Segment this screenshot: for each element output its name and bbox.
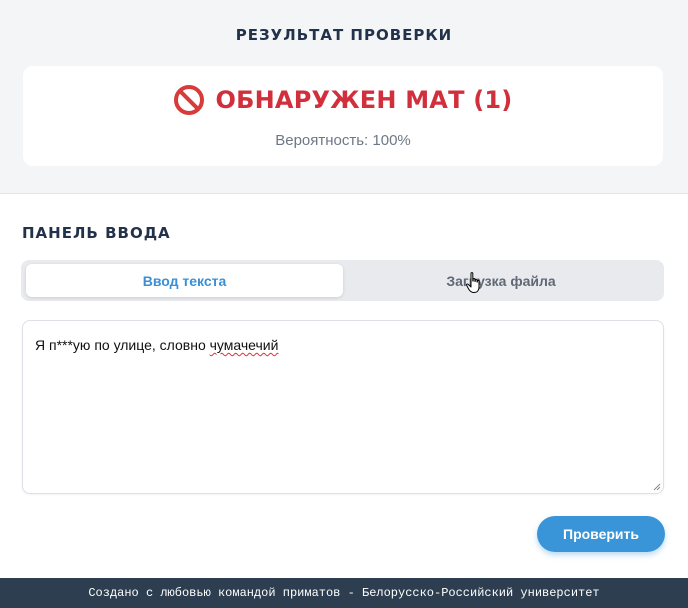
resize-grip-icon[interactable] [653, 483, 661, 491]
misspelled-word: чумачечий [209, 337, 279, 353]
hand-cursor-icon [465, 272, 480, 293]
footer: Создано с любовью командой приматов - Бе… [0, 578, 688, 608]
prohibited-icon [173, 85, 204, 115]
input-mode-tabs: Ввод текста Загрузка файла [21, 260, 664, 301]
tab-text-input[interactable]: Ввод текста [26, 264, 343, 297]
result-title: ОБНАРУЖЕН МАТ (1) [215, 86, 513, 114]
input-panel-heading: ПАНЕЛЬ ВВОДА [22, 224, 171, 242]
text-input-field[interactable]: Я п***ую по улице, словно чумачечий [22, 320, 664, 494]
result-card: ОБНАРУЖЕН МАТ (1) Вероятность: 100% [23, 66, 663, 166]
check-button[interactable]: Проверить [537, 516, 665, 552]
footer-text: Создано с любовью командой приматов - Бе… [88, 586, 600, 600]
result-main: ОБНАРУЖЕН МАТ (1) [23, 85, 663, 115]
result-heading: РЕЗУЛЬТАТ ПРОВЕРКИ [235, 26, 453, 44]
probability-text: Вероятность: 100% [275, 132, 411, 149]
text-input-value: Я п***ую по улице, словно [35, 337, 210, 353]
result-section: РЕЗУЛЬТАТ ПРОВЕРКИ ОБНАРУЖЕН МАТ (1) Вер… [0, 0, 688, 194]
tab-file-upload[interactable]: Загрузка файла [343, 264, 659, 297]
